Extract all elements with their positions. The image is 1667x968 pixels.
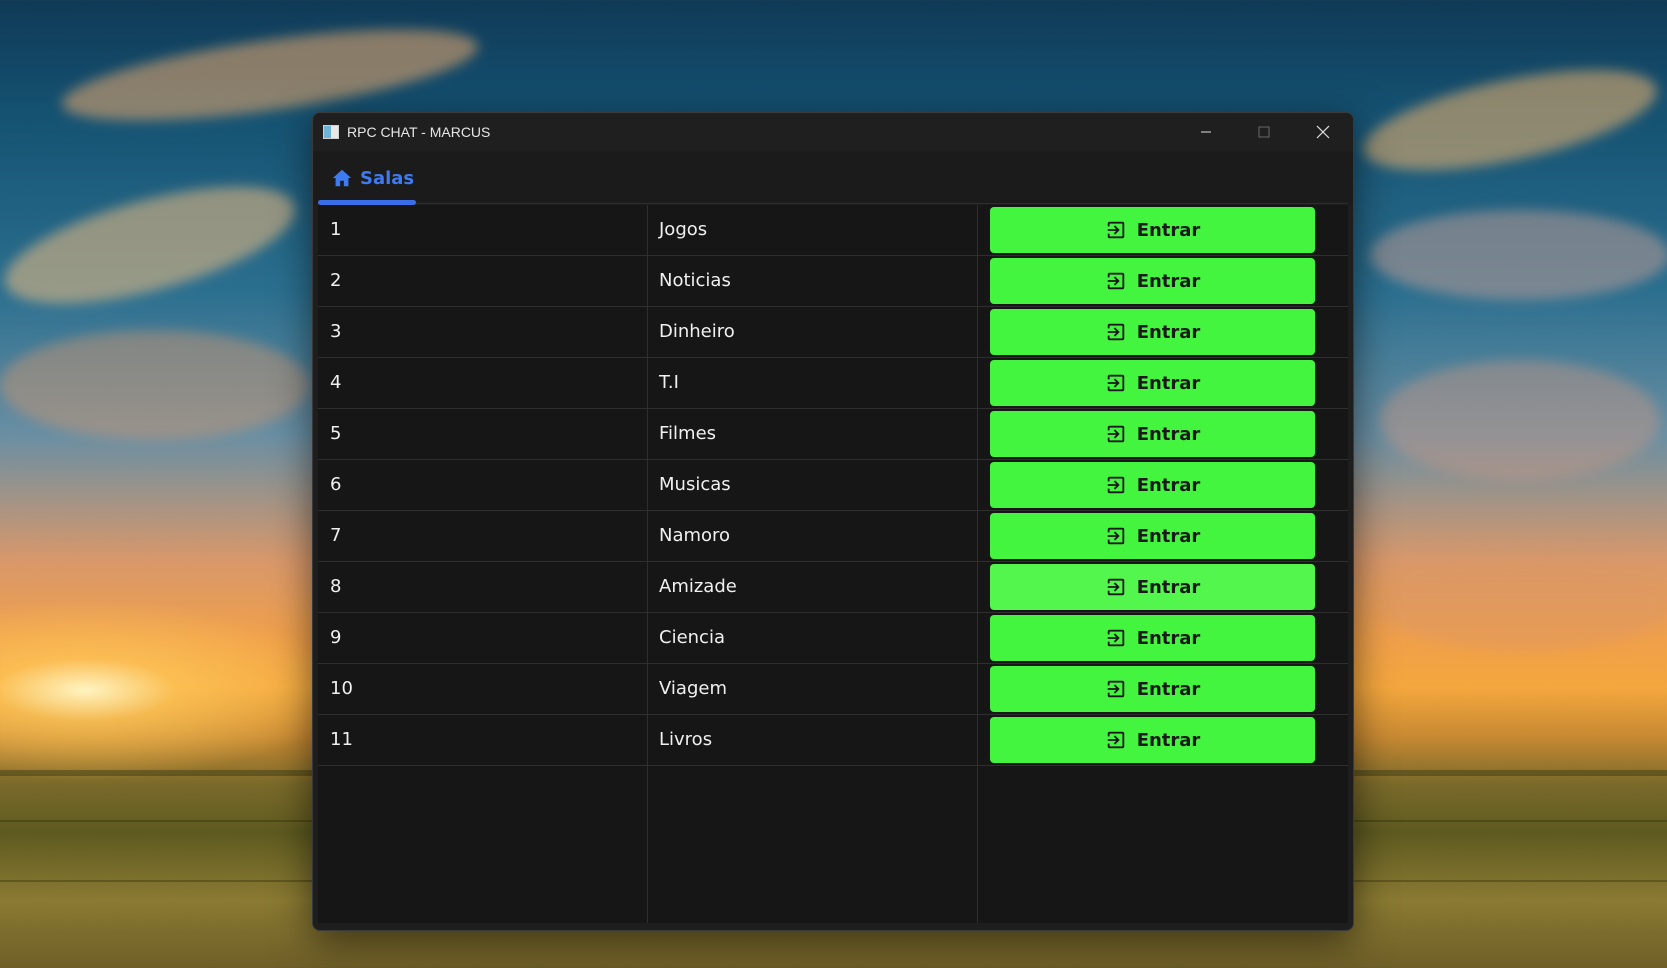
room-id: 7 [330,525,342,546]
room-name: Noticias [659,270,731,291]
table-row: 8 Amizade Entrar [318,562,1348,613]
login-icon [1107,629,1124,647]
enter-button-label: Entrar [1136,576,1201,598]
login-icon [1107,221,1124,239]
table-row: 7 Namoro Entrar [318,511,1348,562]
enter-button-label: Entrar [1136,219,1201,241]
login-icon [1107,374,1124,392]
app-window: RPC CHAT - MARCUS Salas 1 Jogos Entrar 2… [312,112,1354,931]
login-icon [1107,323,1124,341]
room-id: 3 [330,321,342,342]
table-row: 5 Filmes Entrar [318,409,1348,460]
table-row: 4 T.I Entrar [318,358,1348,409]
enter-button-label: Entrar [1136,423,1201,445]
enter-button-label: Entrar [1136,270,1201,292]
login-icon [1107,272,1124,290]
table-row: 2 Noticias Entrar [318,256,1348,307]
wallpaper-cloud [1370,210,1667,300]
window-title: RPC CHAT - MARCUS [347,124,491,140]
tab-bar: Salas [313,151,1353,205]
enter-button-label: Entrar [1136,729,1201,751]
room-name: Namoro [659,525,731,546]
tab-label: Salas [360,167,415,189]
enter-room-button[interactable]: Entrar [990,666,1315,712]
enter-room-button[interactable]: Entrar [990,462,1315,508]
wallpaper-cloud [1354,49,1666,191]
table-row: 6 Musicas Entrar [318,460,1348,511]
login-icon [1107,476,1124,494]
wallpaper-cloud [0,162,307,328]
room-name: Jogos [659,219,708,240]
enter-button-label: Entrar [1136,474,1201,496]
room-id: 11 [330,729,353,750]
room-name: Viagem [659,678,727,699]
table-row: 11 Livros Entrar [318,715,1348,766]
table-row: 10 Viagem Entrar [318,664,1348,715]
room-id: 4 [330,372,342,393]
room-id: 8 [330,576,342,597]
title-bar[interactable]: RPC CHAT - MARCUS [313,113,1353,151]
login-icon [1107,731,1124,749]
minimize-button[interactable] [1177,113,1235,151]
table-row: 9 Ciencia Entrar [318,613,1348,664]
app-icon [323,125,339,139]
enter-button-label: Entrar [1136,372,1201,394]
login-icon [1107,425,1124,443]
close-button[interactable] [1294,113,1352,151]
enter-button-label: Entrar [1136,678,1201,700]
maximize-button[interactable] [1235,113,1293,151]
home-icon [332,169,352,187]
room-id: 10 [330,678,353,699]
login-icon [1107,578,1124,596]
close-icon [1316,125,1330,139]
enter-button-label: Entrar [1136,627,1201,649]
enter-room-button[interactable]: Entrar [990,615,1315,661]
room-name: T.I [659,372,679,393]
room-id: 5 [330,423,342,444]
rooms-table: 1 Jogos Entrar 2 Noticias Entrar 3 Dinheiro Entr… [318,205,1348,923]
table-row: 3 Dinheiro Entrar [318,307,1348,358]
enter-room-button[interactable]: Entrar [990,411,1315,457]
room-id: 2 [330,270,342,291]
room-id: 1 [330,219,342,240]
login-icon [1107,527,1124,545]
wallpaper-cloud [1380,560,1667,650]
table-row: 1 Jogos Entrar [318,205,1348,256]
tab-divider [318,203,1348,204]
enter-room-button[interactable]: Entrar [990,513,1315,559]
enter-room-button[interactable]: Entrar [990,207,1315,253]
room-name: Filmes [659,423,717,444]
room-name: Dinheiro [659,321,735,342]
room-name: Amizade [659,576,737,597]
enter-button-label: Entrar [1136,321,1201,343]
room-name: Livros [659,729,713,750]
maximize-icon [1258,126,1270,138]
login-icon [1107,680,1124,698]
room-name: Musicas [659,474,731,495]
wallpaper-cloud [0,330,310,440]
room-id: 9 [330,627,342,648]
enter-room-button[interactable]: Entrar [990,360,1315,406]
room-name: Ciencia [659,627,725,648]
enter-room-button[interactable]: Entrar [990,717,1315,763]
enter-room-button[interactable]: Entrar [990,309,1315,355]
tab-salas[interactable]: Salas [318,151,416,205]
enter-button-label: Entrar [1136,525,1201,547]
room-id: 6 [330,474,342,495]
wallpaper-cloud [1380,360,1660,480]
minimize-icon [1201,131,1211,133]
enter-room-button[interactable]: Entrar [990,564,1315,610]
enter-room-button[interactable]: Entrar [990,258,1315,304]
